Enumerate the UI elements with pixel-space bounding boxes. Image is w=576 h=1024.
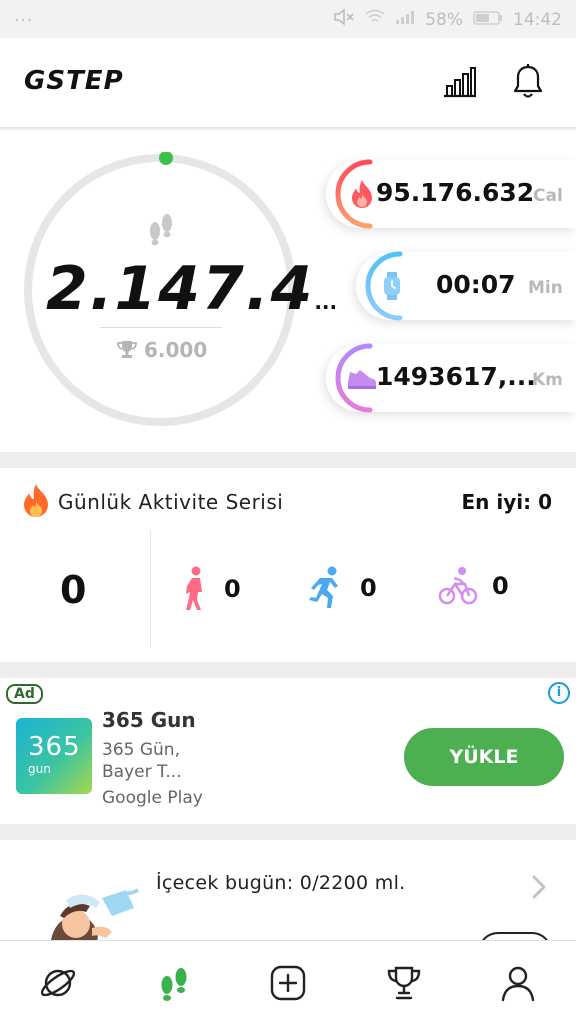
- distance-metric[interactable]: 1493617,... Km: [326, 343, 576, 413]
- ad-subtitle-line2: Bayer T...: [102, 762, 182, 782]
- streak-fire-icon: [24, 484, 48, 517]
- nav-challenges[interactable]: [384, 963, 424, 1003]
- ad-subtitle-line1: 365 Gün,: [102, 740, 180, 760]
- walk-activity: 0: [182, 566, 241, 612]
- status-time: 14:42: [513, 9, 562, 30]
- distance-value: 1493617,...: [376, 362, 536, 391]
- run-activity: 0: [306, 566, 377, 610]
- status-dots: ...: [14, 6, 34, 26]
- chevron-right-icon[interactable]: [530, 874, 548, 900]
- trophy-icon: [117, 341, 137, 358]
- app-header: GSTEP: [0, 38, 576, 128]
- drinking-girl-illustration: [50, 888, 140, 948]
- install-button[interactable]: YÜKLE: [404, 728, 564, 786]
- planet-icon: [40, 969, 76, 997]
- daily-activity-card[interactable]: Günlük Aktivite Serisi En iyi: 0 0 0 0 0: [0, 468, 576, 662]
- calories-value: 95.176.632: [376, 178, 535, 207]
- add-icon: [270, 965, 306, 1001]
- ad-logo-sub: gun: [28, 762, 51, 776]
- wifi-icon: [365, 9, 385, 30]
- running-person-icon: [309, 566, 338, 608]
- sneaker-icon: [348, 370, 376, 389]
- progress-dot: [159, 152, 173, 165]
- distance-unit: Km: [532, 370, 563, 390]
- best-streak: En iyi: 0: [461, 490, 553, 514]
- step-count-ellipsis: ...: [314, 290, 338, 314]
- time-unit: Min: [528, 278, 563, 298]
- run-count: 0: [360, 574, 377, 602]
- streak-count: 0: [60, 568, 87, 612]
- step-count: 2.147.4...: [46, 254, 337, 324]
- walk-count: 0: [224, 575, 241, 603]
- walking-person-icon: [186, 566, 202, 610]
- app-logo: GSTEP: [24, 66, 124, 96]
- fire-icon: [352, 180, 372, 208]
- ad-title[interactable]: 365 Gun: [102, 708, 196, 732]
- goal-value: 6.000: [144, 338, 208, 362]
- ad-app-logo[interactable]: 365 gun: [16, 718, 92, 794]
- stats-button[interactable]: [440, 62, 480, 102]
- watch-icon: [384, 272, 400, 300]
- ad-card[interactable]: Ad i 365 gun 365 Gun 365 Gün, Bayer T...…: [0, 678, 576, 824]
- status-right: 58% 14:42: [333, 8, 562, 31]
- drink-label: İçecek bugün: 0/2200 ml.: [156, 872, 406, 894]
- time-metric[interactable]: 00:07 Min: [356, 251, 576, 321]
- trophy-icon: [387, 966, 421, 1000]
- mute-icon: [333, 8, 355, 31]
- bar-chart-icon: [444, 67, 476, 98]
- activity-title: Günlük Aktivite Serisi: [58, 490, 284, 514]
- nav-explore[interactable]: [38, 963, 78, 1003]
- notifications-button[interactable]: [508, 62, 548, 102]
- bottom-nav: [0, 940, 576, 1024]
- user-icon: [501, 966, 535, 1002]
- drink-card[interactable]: İçecek bugün: 0/2200 ml.: [0, 840, 576, 972]
- footsteps-icon: [161, 968, 187, 1001]
- time-value: 00:07: [436, 270, 516, 299]
- ad-logo-text: 365: [28, 732, 81, 762]
- nav-profile[interactable]: [498, 963, 538, 1003]
- status-bar: ... 58% 14:42: [0, 0, 576, 38]
- battery-icon: [473, 10, 503, 30]
- signal-icon: [395, 9, 415, 30]
- nav-add[interactable]: [268, 963, 308, 1003]
- footsteps-icon: [146, 212, 176, 250]
- nav-steps[interactable]: [154, 963, 194, 1003]
- cycling-icon: [438, 567, 478, 605]
- battery-percent: 58%: [425, 9, 463, 30]
- activity-divider: [150, 530, 151, 648]
- ad-badge: Ad: [6, 684, 43, 704]
- ad-store: Google Play: [102, 788, 203, 808]
- calories-unit: Cal: [533, 186, 563, 206]
- step-divider: [100, 327, 222, 328]
- step-goal: 6.000: [116, 338, 207, 362]
- bike-activity: 0: [438, 566, 509, 606]
- bell-icon: [513, 64, 543, 98]
- bike-count: 0: [492, 572, 509, 600]
- ad-info-icon[interactable]: i: [548, 682, 570, 704]
- calories-metric[interactable]: 95.176.632 Cal: [326, 159, 576, 229]
- step-count-value: 2.147.4: [46, 254, 315, 324]
